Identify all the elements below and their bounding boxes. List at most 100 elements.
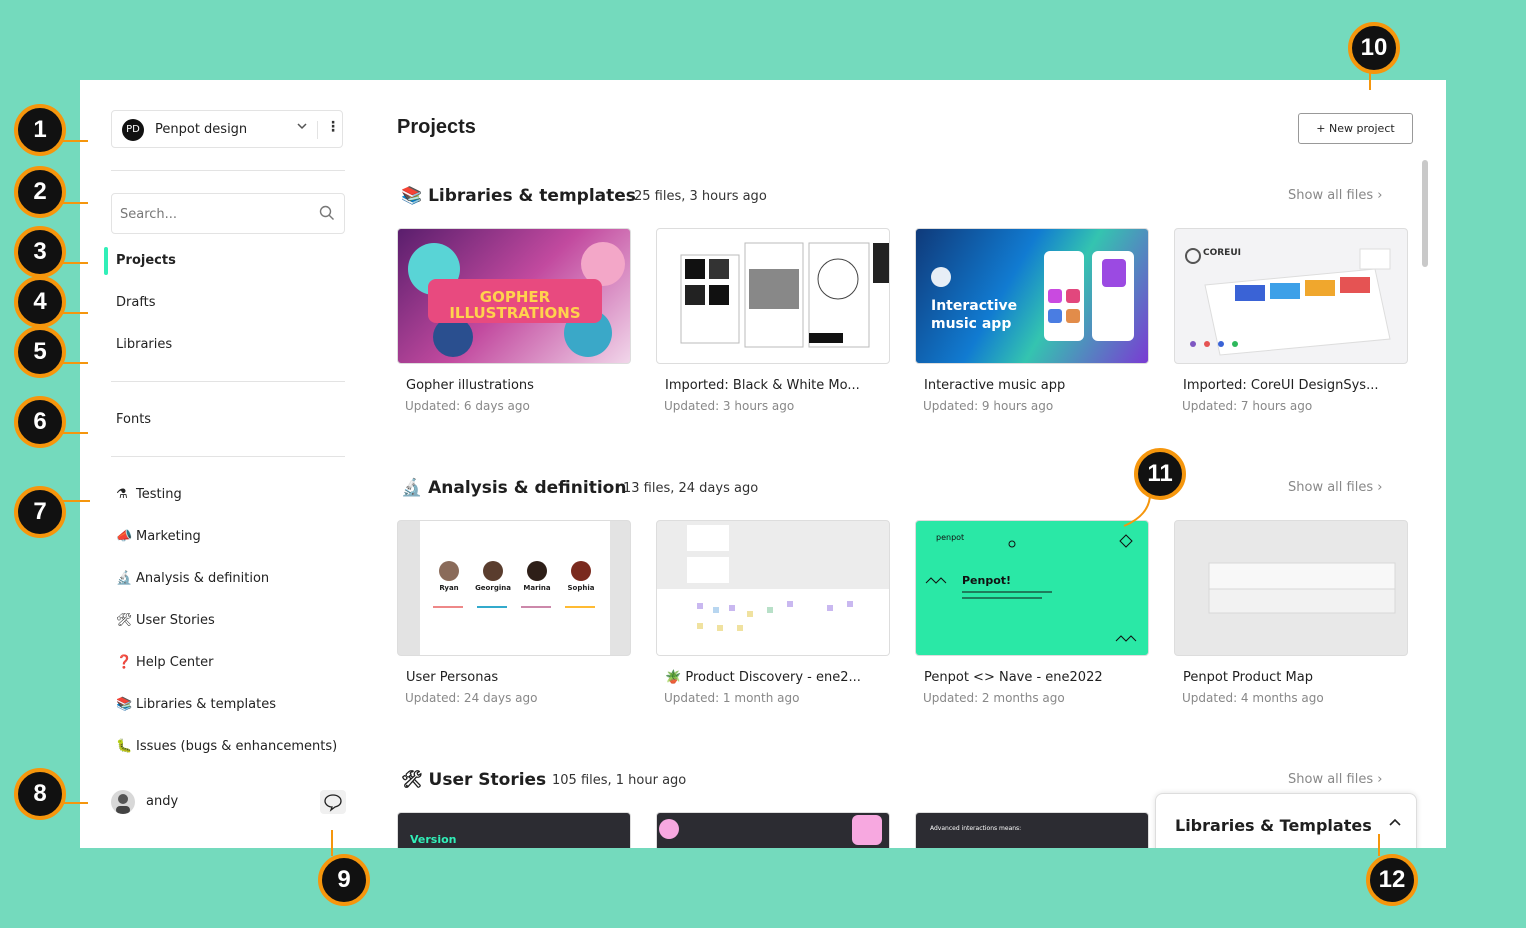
file-updated: Updated: 2 months ago xyxy=(923,691,1065,705)
page-title: Projects xyxy=(397,116,476,138)
divider xyxy=(111,170,345,171)
file-card[interactable]: Penpot Product Map Updated: 4 months ago xyxy=(1174,520,1408,705)
file-card[interactable]: COREUI Imported: CoreUI DesignSys... Upd… xyxy=(1174,228,1408,413)
file-card[interactable] xyxy=(656,812,890,848)
divider xyxy=(111,456,345,457)
new-project-button[interactable]: + New project xyxy=(1298,113,1413,144)
sidebar-project-label: Marketing xyxy=(136,529,201,544)
file-card[interactable]: 🪴 Product Discovery - ene2... Updated: 1… xyxy=(656,520,890,705)
file-thumbnail xyxy=(1174,520,1408,656)
file-card[interactable]: penpot Penpot! Penpot <> Nave - ene2022 … xyxy=(915,520,1149,705)
file-thumbnail: GOPHER ILLUSTRATIONS xyxy=(397,228,631,364)
search-icon[interactable] xyxy=(319,205,335,225)
show-all-files-link[interactable]: Show all files › xyxy=(1288,188,1382,203)
team-selector[interactable]: PD Penpot design ⋮ xyxy=(111,110,343,148)
annotation-line xyxy=(331,830,333,856)
nav-fonts[interactable]: Fonts xyxy=(116,412,151,427)
file-thumbnail: Interactive music app xyxy=(915,228,1149,364)
file-name: Penpot <> Nave - ene2022 xyxy=(924,670,1103,685)
sidebar-project-user-stories[interactable]: 🛠 User Stories xyxy=(116,613,215,628)
file-thumbnail: Version xyxy=(397,812,631,848)
chevron-right-icon: › xyxy=(1377,480,1383,495)
sidebar-project-testing[interactable]: ⚗ Testing xyxy=(116,487,182,502)
sidebar-project-label: Testing xyxy=(136,487,182,502)
team-avatar: PD xyxy=(122,119,144,141)
sidebar-project-label: Libraries & templates xyxy=(136,697,277,712)
team-options-icon[interactable]: ⋮ xyxy=(326,119,340,135)
file-updated: Updated: 9 hours ago xyxy=(923,399,1054,413)
chevron-down-icon[interactable] xyxy=(296,120,308,135)
tools-icon: 🛠 xyxy=(401,770,423,790)
file-card[interactable]: GOPHER ILLUSTRATIONS Gopher illustration… xyxy=(397,228,631,413)
thumbnail-text: COREUI xyxy=(1203,248,1241,258)
books-icon: 📚 xyxy=(116,697,133,712)
annotation-badge: 3 xyxy=(14,226,66,278)
file-name: Gopher illustrations xyxy=(406,378,534,393)
file-card[interactable]: Version xyxy=(397,812,631,848)
annotation-badge: 1 xyxy=(14,104,66,156)
file-card[interactable]: Advanced interactions means: xyxy=(915,812,1149,848)
annotation-line xyxy=(62,500,90,502)
question-icon: ❓ xyxy=(116,655,133,670)
section-title[interactable]: 📚 Libraries & templates xyxy=(401,186,636,206)
file-updated: Updated: 7 hours ago xyxy=(1182,399,1313,413)
annotation-badge: 4 xyxy=(14,276,66,328)
sidebar-project-issues[interactable]: 🐛 Issues (bugs & enhancements) xyxy=(116,739,337,754)
file-card[interactable]: Ryan Georgina Marina Sophia User Persona… xyxy=(397,520,631,705)
file-thumbnail: penpot Penpot! xyxy=(915,520,1149,656)
annotation-line xyxy=(62,262,88,264)
sidebar-project-label: Help Center xyxy=(136,655,214,670)
comment-icon[interactable] xyxy=(320,790,346,814)
search-input[interactable] xyxy=(118,202,312,226)
section-title[interactable]: 🛠 User Stories xyxy=(401,770,546,790)
annotation-line xyxy=(62,140,88,142)
team-name: Penpot design xyxy=(155,122,248,137)
file-updated: Updated: 6 days ago xyxy=(405,399,530,413)
annotation-badge: 11 xyxy=(1134,448,1186,500)
sidebar-project-analysis[interactable]: 🔬 Analysis & definition xyxy=(116,571,269,586)
file-card[interactable]: Interactive music app Interactive music … xyxy=(915,228,1149,413)
thumbnail-text: GOPHER ILLUSTRATIONS xyxy=(449,288,581,322)
file-card[interactable]: Imported: Black & White Mo... Updated: 3… xyxy=(656,228,890,413)
bug-icon: 🐛 xyxy=(116,739,133,754)
section-title[interactable]: 🔬 Analysis & definition xyxy=(401,478,626,498)
sidebar-project-label: Analysis & definition xyxy=(136,571,270,586)
nav-projects[interactable]: Projects xyxy=(116,253,176,268)
section-meta: 13 files, 24 days ago xyxy=(623,481,759,496)
microscope-icon: 🔬 xyxy=(401,478,423,498)
file-name: User Personas xyxy=(406,670,499,685)
divider xyxy=(317,121,318,139)
tools-icon: 🛠 xyxy=(116,613,133,628)
file-name: Imported: Black & White Mo... xyxy=(665,378,860,393)
search-box xyxy=(111,193,345,234)
file-name: Interactive music app xyxy=(924,378,1066,393)
scrollbar[interactable] xyxy=(1422,160,1428,267)
show-all-files-link[interactable]: Show all files › xyxy=(1288,480,1382,495)
nav-drafts[interactable]: Drafts xyxy=(116,295,156,310)
annotation-line xyxy=(62,432,88,434)
file-thumbnail: Ryan Georgina Marina Sophia xyxy=(397,520,631,656)
file-updated: Updated: 4 months ago xyxy=(1182,691,1324,705)
thumbnail-text: Advanced interactions means: xyxy=(930,825,1022,832)
chevron-up-icon[interactable] xyxy=(1388,816,1402,832)
nav-libraries[interactable]: Libraries xyxy=(116,337,172,352)
sidebar-project-libraries[interactable]: 📚 Libraries & templates xyxy=(116,697,276,712)
annotation-line xyxy=(1369,72,1371,90)
show-all-files-link[interactable]: Show all files › xyxy=(1288,772,1382,787)
annotation-line xyxy=(1378,834,1380,856)
megaphone-icon: 📣 xyxy=(116,529,133,544)
annotation-line xyxy=(62,312,88,314)
sidebar-project-help-center[interactable]: ❓ Help Center xyxy=(116,655,214,670)
annotation-badge: 9 xyxy=(318,854,370,906)
file-name: Penpot Product Map xyxy=(1183,670,1313,685)
annotation-badge: 5 xyxy=(14,326,66,378)
annotation-badge: 8 xyxy=(14,768,66,820)
annotation-badge: 2 xyxy=(14,166,66,218)
sidebar-project-label: User Stories xyxy=(136,613,215,628)
avatar xyxy=(111,790,135,814)
thumbnail-text: Interactive music app xyxy=(931,298,1018,332)
active-indicator xyxy=(104,247,108,275)
file-name: 🪴 Product Discovery - ene2... xyxy=(665,670,861,685)
sidebar-project-marketing[interactable]: 📣 Marketing xyxy=(116,529,201,544)
annotation-line xyxy=(62,802,88,804)
